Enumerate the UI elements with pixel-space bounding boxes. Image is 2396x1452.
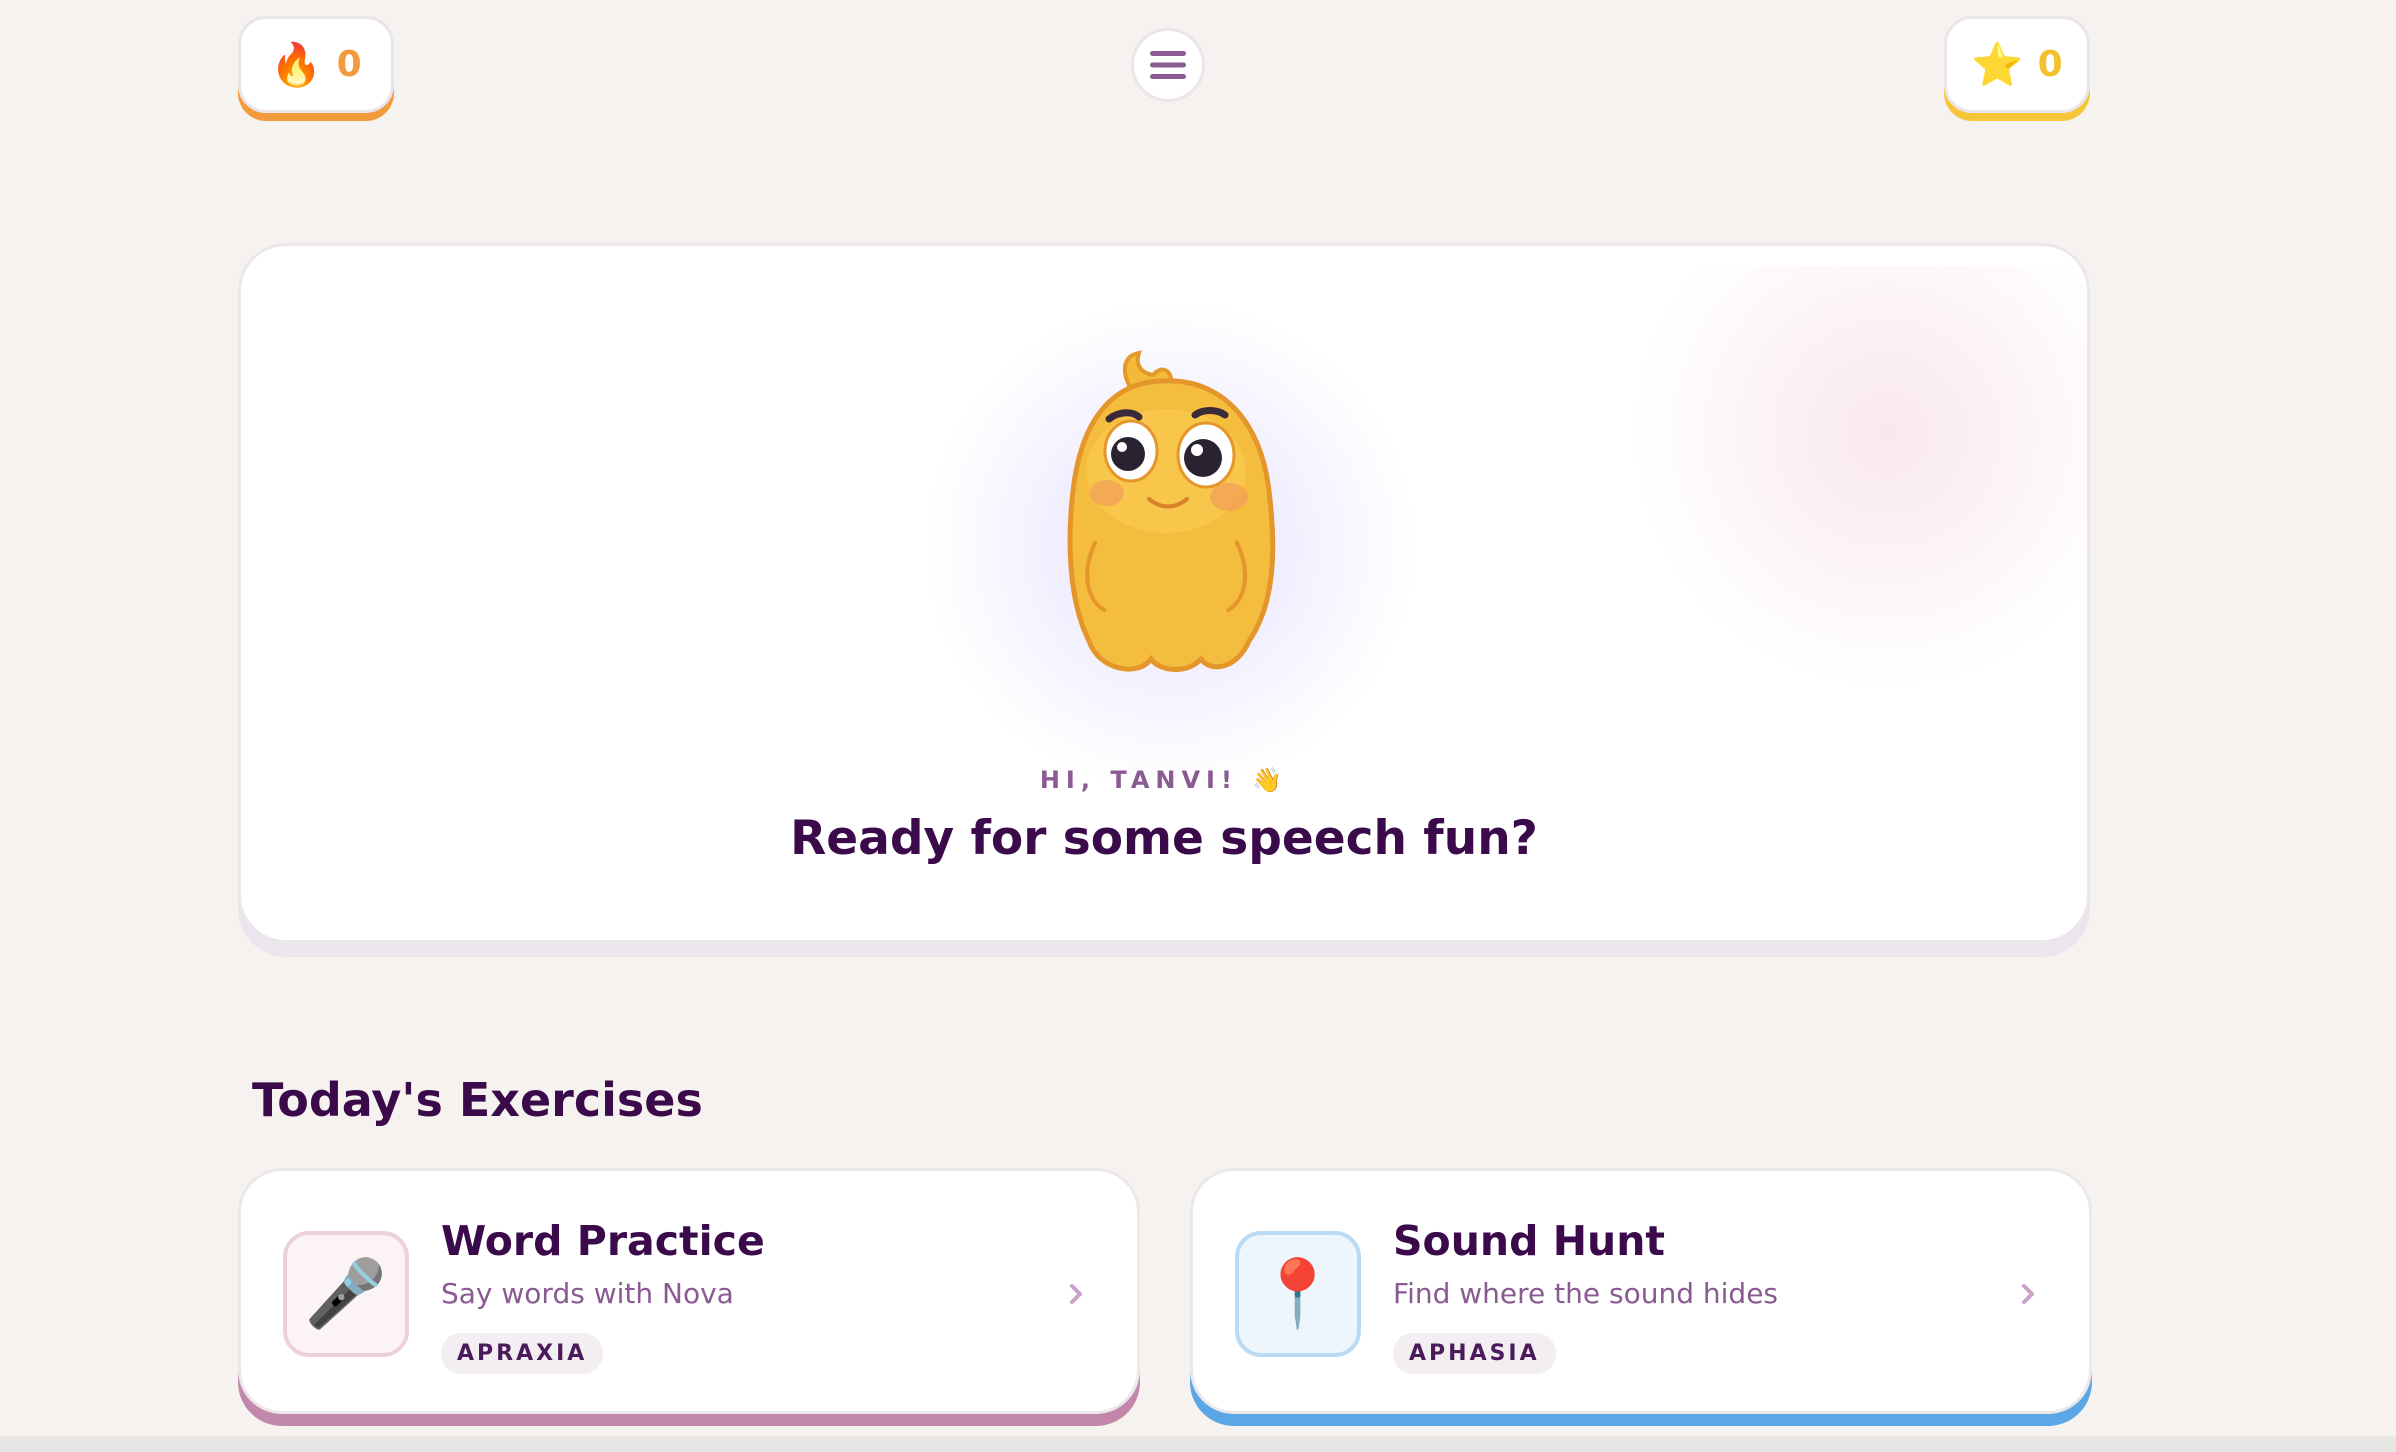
fire-icon: 🔥: [270, 39, 323, 89]
exercise-card-sound-hunt[interactable]: 📍 Sound Hunt Find where the sound hides …: [1190, 1168, 2092, 1414]
exercise-title: Word Practice: [441, 1217, 765, 1265]
chevron-right-icon: [1070, 1284, 1082, 1304]
pushpin-icon-tile: 📍: [1235, 1231, 1361, 1357]
stars-counter[interactable]: ⭐ 0: [1944, 16, 2090, 113]
streak-count: 0: [336, 44, 362, 85]
stars-count: 0: [2037, 44, 2063, 85]
greeting-label: HI, TANVI! 👋: [1039, 766, 1289, 794]
exercise-subtitle: Say words with Nova: [441, 1277, 734, 1310]
nova-mascot-icon[interactable]: [1011, 341, 1321, 681]
exercise-card-word-practice[interactable]: 🎤 Word Practice Say words with Nova APRA…: [238, 1168, 1140, 1414]
streak-counter[interactable]: 🔥 0: [238, 16, 394, 113]
decorative-blob: [1587, 266, 2087, 686]
pushpin-icon: 📍: [1256, 1255, 1340, 1332]
exercise-title: Sound Hunt: [1393, 1217, 1665, 1265]
bottom-edge: [0, 1436, 2396, 1452]
exercise-tag: APHASIA: [1393, 1333, 1556, 1374]
hamburger-menu-icon: [1150, 51, 1186, 79]
chevron-right-icon: [2022, 1284, 2034, 1304]
section-title: Today's Exercises: [252, 1073, 703, 1127]
star-icon: ⭐: [1971, 39, 2024, 89]
menu-button[interactable]: [1131, 28, 1205, 102]
exercise-subtitle: Find where the sound hides: [1393, 1277, 1779, 1310]
greeting-title: Ready for some speech fun?: [790, 811, 1538, 866]
microphone-icon-tile: 🎤: [283, 1231, 409, 1357]
exercise-tag: APRAXIA: [441, 1333, 604, 1374]
welcome-card: HI, TANVI! 👋 Ready for some speech fun?: [238, 243, 2090, 943]
microphone-icon: 🎤: [304, 1255, 388, 1332]
